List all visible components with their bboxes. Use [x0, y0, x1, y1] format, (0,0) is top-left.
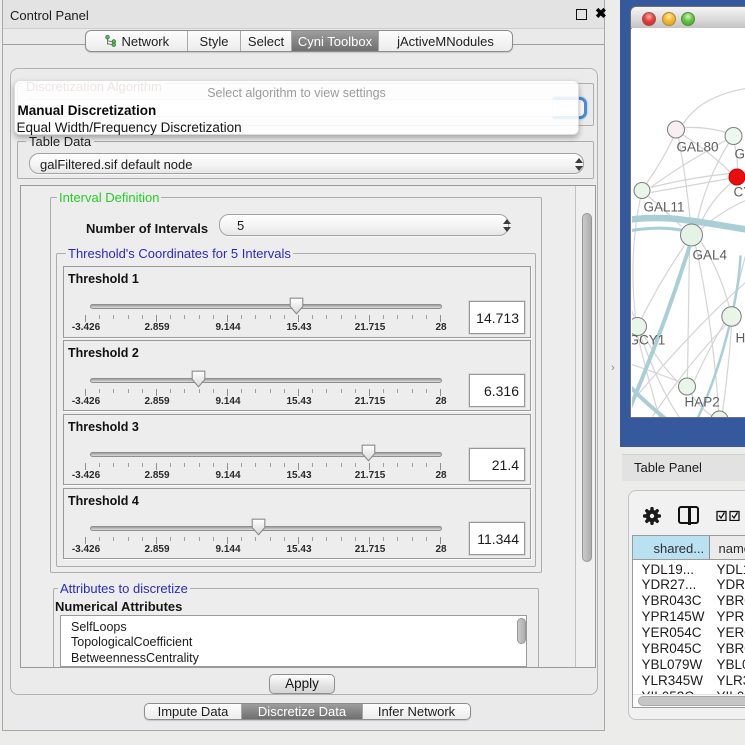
svg-text:GCY1: GCY1: [632, 333, 665, 348]
svg-text:GAL3: GAL3: [735, 147, 745, 162]
svg-text:GAL80: GAL80: [677, 140, 719, 155]
svg-text:HI: HI: [736, 331, 745, 346]
svg-text:GAL11: GAL11: [644, 200, 685, 215]
svg-text:CY: CY: [734, 185, 745, 200]
svg-text:GAL4: GAL4: [693, 248, 728, 263]
svg-text:HAP2: HAP2: [685, 395, 720, 410]
